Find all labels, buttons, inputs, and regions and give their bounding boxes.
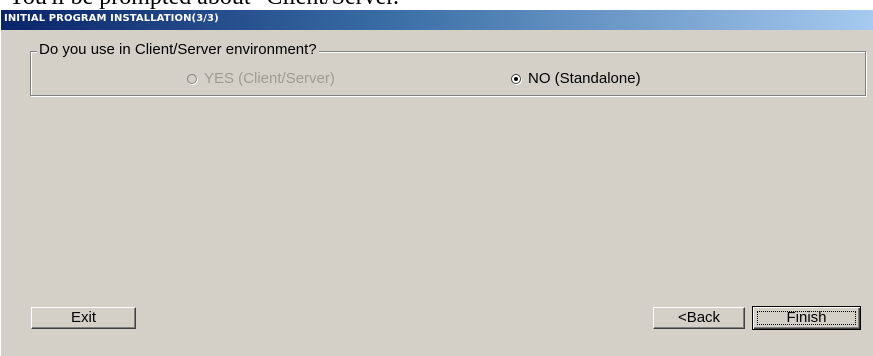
back-button[interactable]: <Back (653, 307, 745, 329)
document-caption: You'll be prompted about "Client/Server.… (8, 0, 409, 9)
finish-button[interactable]: Finish (752, 306, 861, 330)
environment-question: Do you use in Client/Server environment? (37, 41, 319, 58)
radio-checked-icon (511, 74, 521, 84)
title-bar[interactable]: INITIAL PROGRAM INSTALLATION(3/3) (1, 10, 873, 30)
radio-yes-label: YES (Client/Server) (204, 70, 335, 87)
installer-window: INITIAL PROGRAM INSTALLATION(3/3) Do you… (0, 9, 873, 356)
page: You'll be prompted about "Client/Server.… (0, 0, 873, 356)
radio-yes-client-server[interactable]: YES (Client/Server) (187, 71, 335, 87)
exit-button[interactable]: Exit (31, 307, 136, 329)
finish-button-label: Finish (786, 309, 827, 326)
window-title: INITIAL PROGRAM INSTALLATION(3/3) (4, 13, 219, 24)
environment-groupbox: Do you use in Client/Server environment?… (30, 42, 866, 96)
radio-no-standalone[interactable]: NO (Standalone) (511, 71, 641, 87)
radio-unchecked-icon (187, 74, 197, 84)
radio-dot-icon (514, 77, 518, 81)
radio-no-label: NO (Standalone) (528, 70, 641, 87)
